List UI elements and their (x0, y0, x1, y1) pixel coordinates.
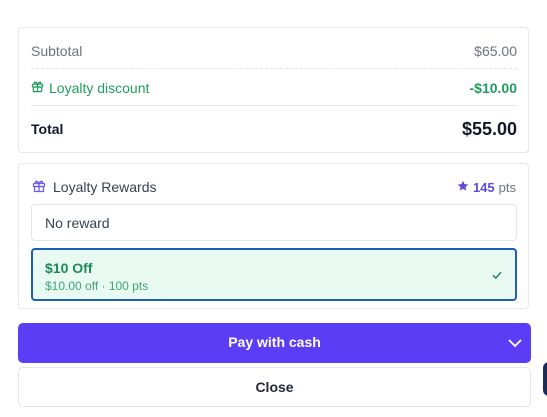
subtotal-row: Subtotal $65.00 (31, 42, 517, 60)
reward-option-none[interactable]: No reward (31, 204, 517, 241)
check-icon (491, 268, 503, 286)
gift-icon (31, 80, 44, 96)
subtotal-value: $65.00 (474, 43, 517, 59)
discount-row: Loyalty discount -$10.00 (31, 79, 517, 97)
reward-option-10-off[interactable]: $10 Off $10.00 off · 100 pts (31, 248, 517, 301)
chevron-down-icon[interactable] (507, 336, 523, 355)
rewards-title-group: Loyalty Rewards (32, 179, 157, 196)
order-summary-card: Subtotal $65.00 Loyalty discount -$10.00 (18, 27, 529, 153)
reward-option-detail: $10.00 off · 100 pts (45, 279, 149, 293)
rewards-header: Loyalty Rewards 145 pts (32, 178, 516, 196)
reward-option-label: $10 Off (45, 260, 93, 276)
discount-label: Loyalty discount (49, 80, 150, 96)
subtotal-label: Subtotal (31, 43, 83, 59)
close-button[interactable]: Close (18, 367, 531, 407)
points-balance: 145 pts (457, 180, 516, 195)
close-button-label: Close (255, 379, 294, 395)
gift-icon (32, 179, 46, 196)
discount-label-group: Loyalty discount (31, 80, 149, 96)
pay-with-cash-button[interactable]: Pay with cash (18, 323, 531, 363)
divider (31, 105, 517, 106)
reward-option-label: No reward (45, 214, 110, 231)
points-unit: pts (498, 179, 516, 195)
rewards-title: Loyalty Rewards (53, 179, 157, 195)
pay-button-label: Pay with cash (228, 334, 321, 350)
total-value: $55.00 (461, 118, 517, 139)
divider (31, 68, 517, 69)
points-value: 145 (472, 179, 495, 195)
floating-widget-edge[interactable] (543, 362, 547, 396)
loyalty-rewards-card: Loyalty Rewards 145 pts No reward $10 Of… (18, 163, 529, 309)
star-icon (457, 180, 469, 195)
total-label: Total (31, 121, 64, 137)
discount-value: -$10.00 (469, 80, 517, 96)
checkout-panel: Subtotal $65.00 Loyalty discount -$10.00 (0, 0, 547, 417)
total-row: Total $55.00 (31, 118, 517, 140)
